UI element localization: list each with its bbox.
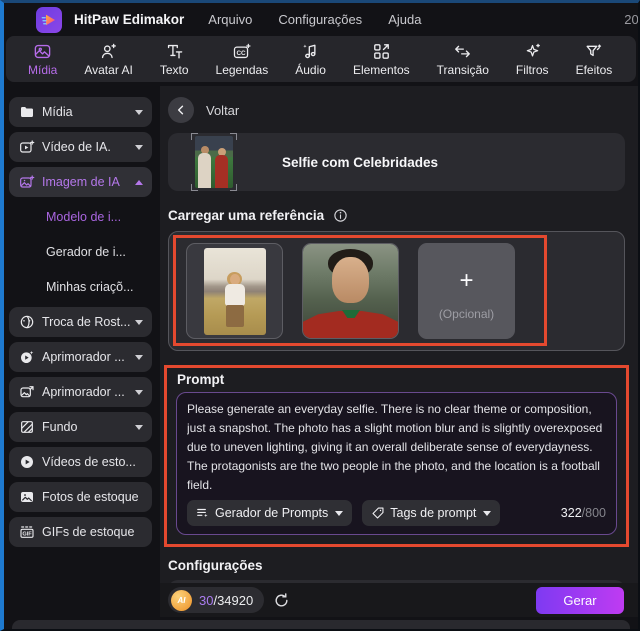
- ai-image-icon: [19, 174, 35, 190]
- list-sparkle-icon: [196, 506, 210, 520]
- sidebar-subitem-modelo-de-imagem[interactable]: Modelo de i...: [9, 202, 152, 232]
- svg-text:GIF: GIF: [22, 532, 32, 538]
- menubar: Arquivo Configurações Ajuda: [208, 12, 421, 27]
- tab-midia[interactable]: Mídia: [28, 42, 57, 77]
- image-enhancer-icon: [19, 384, 35, 400]
- ai-coin-icon: AI: [171, 589, 192, 611]
- menu-arquivo[interactable]: Arquivo: [208, 12, 252, 27]
- reference-photo-woman-image: [203, 247, 266, 335]
- tab-legendas[interactable]: CC Legendas: [216, 42, 268, 77]
- app-logo-icon: [36, 6, 62, 33]
- template-title: Selfie com Celebridades: [282, 154, 439, 170]
- sidebar-item-videos-de-estoque[interactable]: Vídeos de esto...: [9, 447, 152, 477]
- tab-efeitos[interactable]: Efeitos: [576, 42, 612, 77]
- background-icon: [19, 419, 35, 435]
- optional-label: (Opcional): [438, 307, 495, 321]
- app-title: HitPaw Edimakor: [74, 12, 185, 27]
- sidebar-subitem-gerador-de-imagem[interactable]: Gerador de i...: [9, 237, 152, 267]
- prompt-box: Please generate an everyday selfie. Ther…: [176, 392, 617, 535]
- tag-icon: [371, 506, 385, 520]
- app-window: HitPaw Edimakor Arquivo Configurações Aj…: [0, 0, 640, 631]
- chevron-down-icon: [135, 354, 143, 360]
- reference-photo-celebrity[interactable]: [302, 243, 399, 339]
- audio-icon: [301, 42, 320, 62]
- template-thumbnail: [191, 133, 237, 191]
- reference-photo-celebrity-image: [303, 244, 398, 338]
- prompt-generator-dropdown[interactable]: Gerador de Prompts: [187, 500, 353, 526]
- prompt-section-title: Prompt: [177, 372, 225, 387]
- sidebar-item-fundo[interactable]: Fundo: [9, 412, 152, 442]
- chevron-down-icon: [483, 510, 492, 516]
- chevron-up-icon: [135, 179, 143, 185]
- folder-icon: [19, 104, 35, 120]
- face-swap-icon: [19, 314, 35, 330]
- captions-icon: CC: [232, 42, 252, 62]
- sidebar-item-midia[interactable]: Mídia: [9, 97, 152, 127]
- sidebar-item-aprimorador-imagem[interactable]: Aprimorador ...: [9, 377, 152, 407]
- chevron-down-icon: [135, 144, 143, 150]
- credits-used: 30: [199, 592, 214, 608]
- menu-ajuda[interactable]: Ajuda: [388, 12, 421, 27]
- transition-icon: [453, 42, 472, 62]
- tab-audio[interactable]: Áudio: [295, 42, 326, 77]
- tab-texto[interactable]: Texto: [160, 42, 189, 77]
- chevron-down-icon: [135, 109, 143, 115]
- add-reference-button[interactable]: + (Opcional): [418, 243, 515, 339]
- sidebar-subitem-minhas-criacoes[interactable]: Minhas criaçõ...: [9, 272, 152, 302]
- reference-section-title: Carregar uma referência: [168, 207, 325, 223]
- timeline-panel-edge: [12, 620, 630, 629]
- main-panel: Voltar Selfie com Celebridades Carregar …: [160, 86, 638, 617]
- video-enhancer-icon: [19, 349, 35, 365]
- filters-icon: [523, 42, 542, 62]
- effects-icon: [584, 42, 603, 62]
- stock-video-icon: [19, 454, 35, 470]
- reference-upload-container: + (Opcional): [168, 231, 625, 351]
- sidebar: Mídia Vídeo de IA. Imagem de IA Modelo d…: [4, 86, 160, 617]
- reference-photo-woman[interactable]: [186, 243, 283, 339]
- refresh-icon[interactable]: [273, 592, 290, 609]
- back-label: Voltar: [206, 102, 240, 118]
- titlebar: HitPaw Edimakor Arquivo Configurações Aj…: [4, 3, 638, 36]
- chevron-down-icon: [135, 389, 143, 395]
- toolbar: Mídia Avatar AI Texto CC Legendas Áudio …: [6, 36, 636, 82]
- sidebar-item-aprimorador-video[interactable]: Aprimorador ...: [9, 342, 152, 372]
- tab-avatar-ai[interactable]: Avatar AI: [84, 42, 133, 77]
- sidebar-item-gifs-de-estoque[interactable]: GIF GIFs de estoque: [9, 517, 152, 547]
- char-counter: 322/800: [560, 506, 606, 520]
- prompt-tags-dropdown[interactable]: Tags de prompt: [362, 500, 501, 526]
- gif-icon: GIF: [19, 524, 35, 540]
- stock-photo-icon: [19, 489, 35, 505]
- chevron-down-icon: [135, 424, 143, 430]
- sidebar-item-video-de-ia[interactable]: Vídeo de IA.: [9, 132, 152, 162]
- avatar-icon: [99, 42, 118, 62]
- text-icon: [165, 42, 184, 62]
- sidebar-item-fotos-de-estoque[interactable]: Fotos de estoque: [9, 482, 152, 512]
- chevron-down-icon: [335, 510, 344, 516]
- tab-transicao[interactable]: Transição: [437, 42, 489, 77]
- media-icon: [33, 42, 52, 62]
- settings-section-title: Configurações: [168, 558, 263, 573]
- footer-bar: AI 30/34920 Gerar: [160, 583, 638, 617]
- plus-icon: +: [459, 267, 474, 294]
- info-icon[interactable]: [333, 208, 348, 223]
- annotation-highlight-prompt: Prompt Please generate an everyday selfi…: [164, 365, 629, 547]
- chevron-down-icon: [135, 319, 143, 325]
- clock-partial: 202: [624, 12, 638, 27]
- credits-total: /34920: [213, 592, 254, 608]
- svg-text:CC: CC: [236, 50, 246, 57]
- tab-elementos[interactable]: Elementos: [353, 42, 410, 77]
- tab-filtros[interactable]: Filtros: [516, 42, 549, 77]
- elements-icon: [372, 42, 391, 62]
- credits-pill: AI 30/34920: [168, 587, 265, 613]
- menu-configuracoes[interactable]: Configurações: [278, 12, 362, 27]
- sidebar-item-troca-de-rosto[interactable]: Troca de Rost...: [9, 307, 152, 337]
- prompt-textarea[interactable]: Please generate an everyday selfie. Ther…: [187, 400, 606, 496]
- back-button[interactable]: [168, 97, 194, 123]
- generate-button[interactable]: Gerar: [536, 586, 624, 614]
- sidebar-item-imagem-de-ia[interactable]: Imagem de IA: [9, 167, 152, 197]
- template-header-card[interactable]: Selfie com Celebridades: [168, 133, 625, 191]
- ai-video-icon: [19, 139, 35, 155]
